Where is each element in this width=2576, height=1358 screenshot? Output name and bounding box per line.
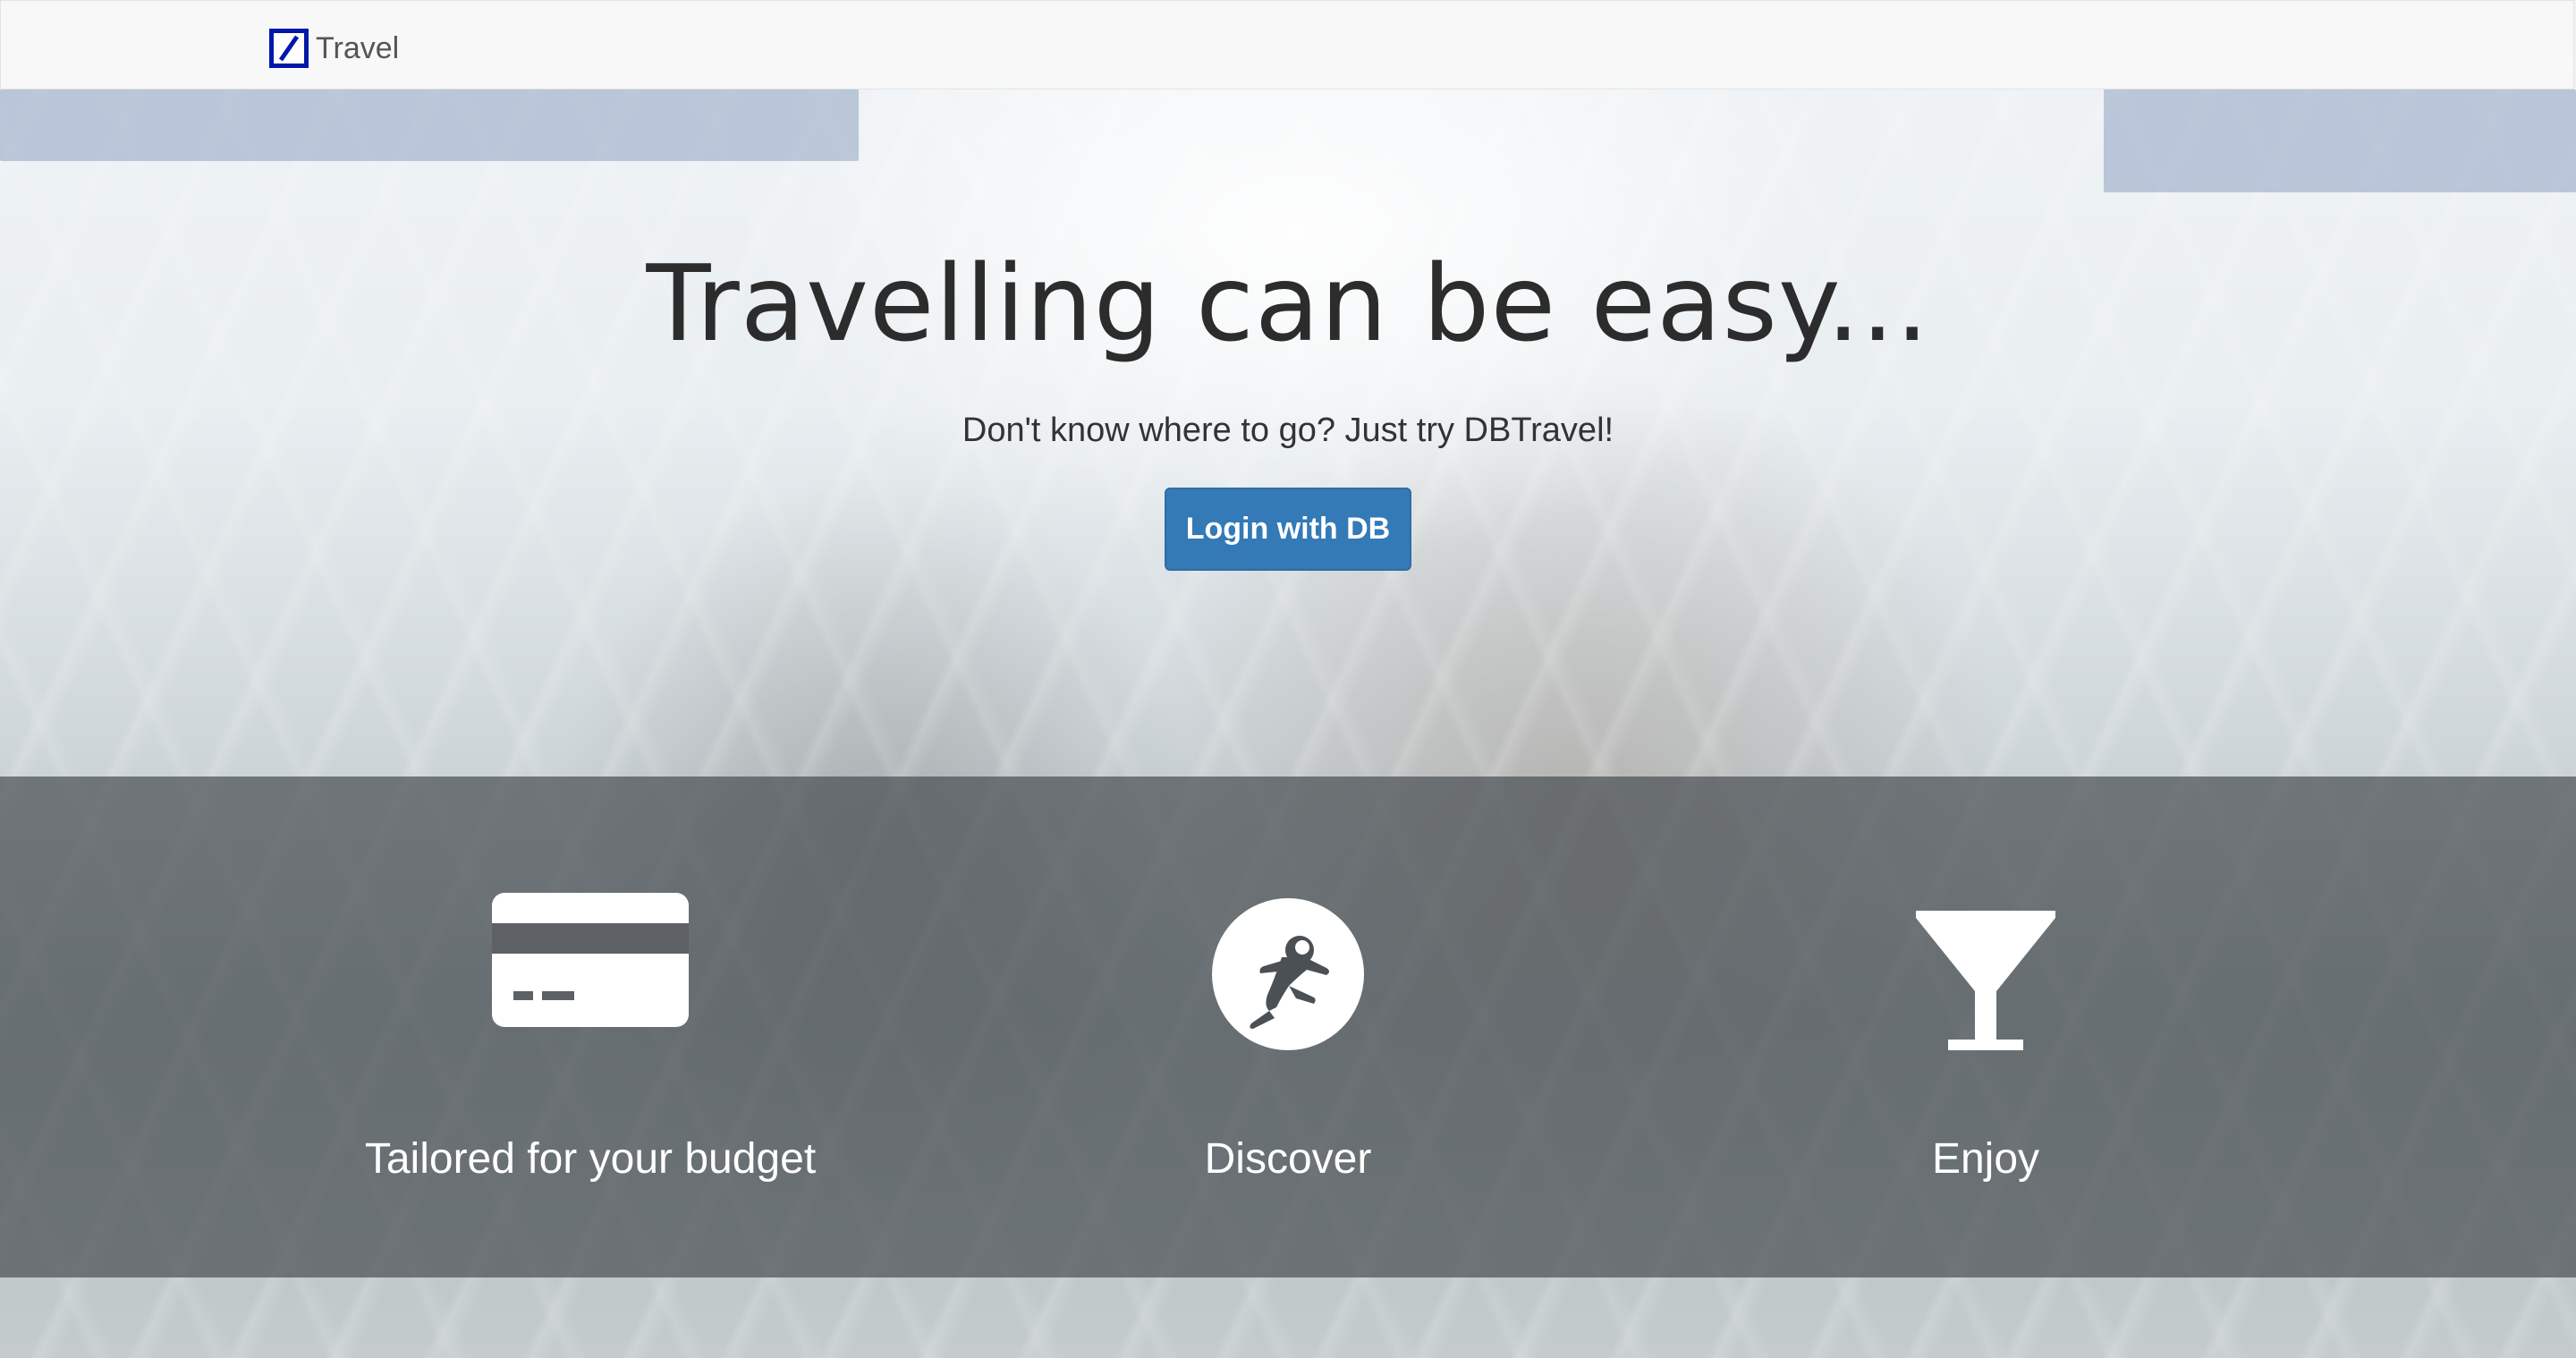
- feature-label: Enjoy: [1931, 1135, 2040, 1183]
- feature-enjoy: Enjoy: [1673, 777, 2299, 1277]
- feature-discover: Discover: [975, 777, 1601, 1277]
- feature-label: Tailored for your budget: [364, 1135, 817, 1183]
- brand-label: Travel: [316, 30, 400, 65]
- feature-label: Discover: [1204, 1135, 1372, 1183]
- landing-page: Travel Travelling can be easy... Don't k…: [0, 0, 2576, 1358]
- navbar: Travel: [0, 0, 2574, 89]
- features-band: Tailored for your budget Discover Enjoy: [0, 777, 2576, 1277]
- astronaut-icon: [1212, 898, 1364, 1055]
- brand-link[interactable]: Travel: [269, 25, 399, 72]
- cocktail-glass-icon: [1914, 909, 2057, 1057]
- hero-subtitle: Don't know where to go? Just try DBTrave…: [962, 412, 1614, 449]
- login-button[interactable]: Login with DB: [1165, 488, 1411, 571]
- credit-card-icon: [492, 893, 689, 1031]
- hero-title: Travelling can be easy...: [646, 242, 1930, 365]
- feature-budget: Tailored for your budget: [277, 777, 903, 1277]
- deutsche-bank-logo-icon: [269, 29, 309, 68]
